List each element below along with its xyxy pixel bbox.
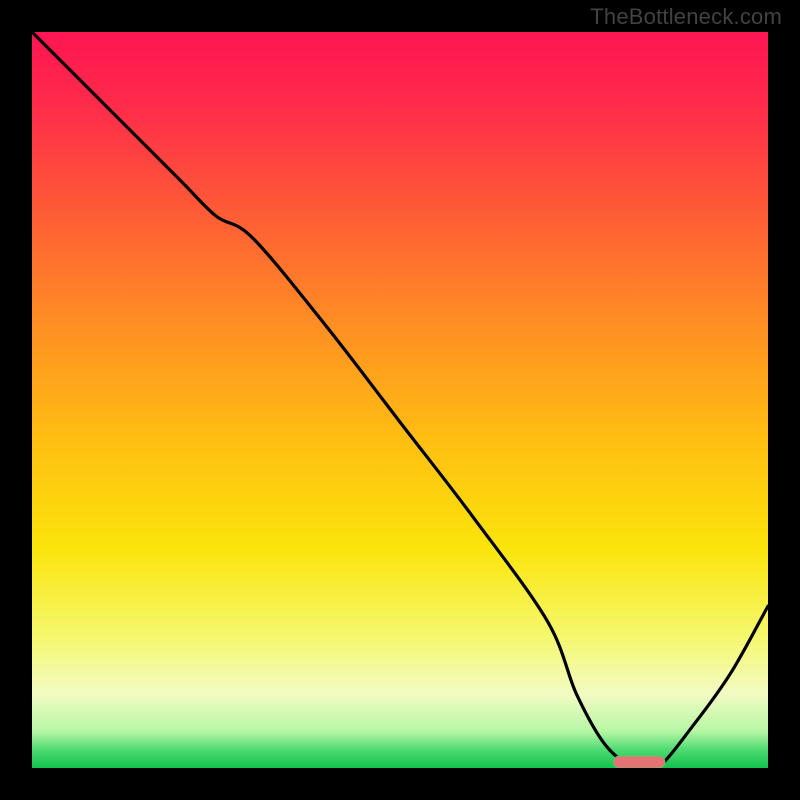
watermark-text: TheBottleneck.com [590,4,782,30]
chart-frame: TheBottleneck.com [0,0,800,800]
chart-svg [32,32,768,768]
optimal-marker [613,756,665,768]
plot-area [32,32,768,768]
